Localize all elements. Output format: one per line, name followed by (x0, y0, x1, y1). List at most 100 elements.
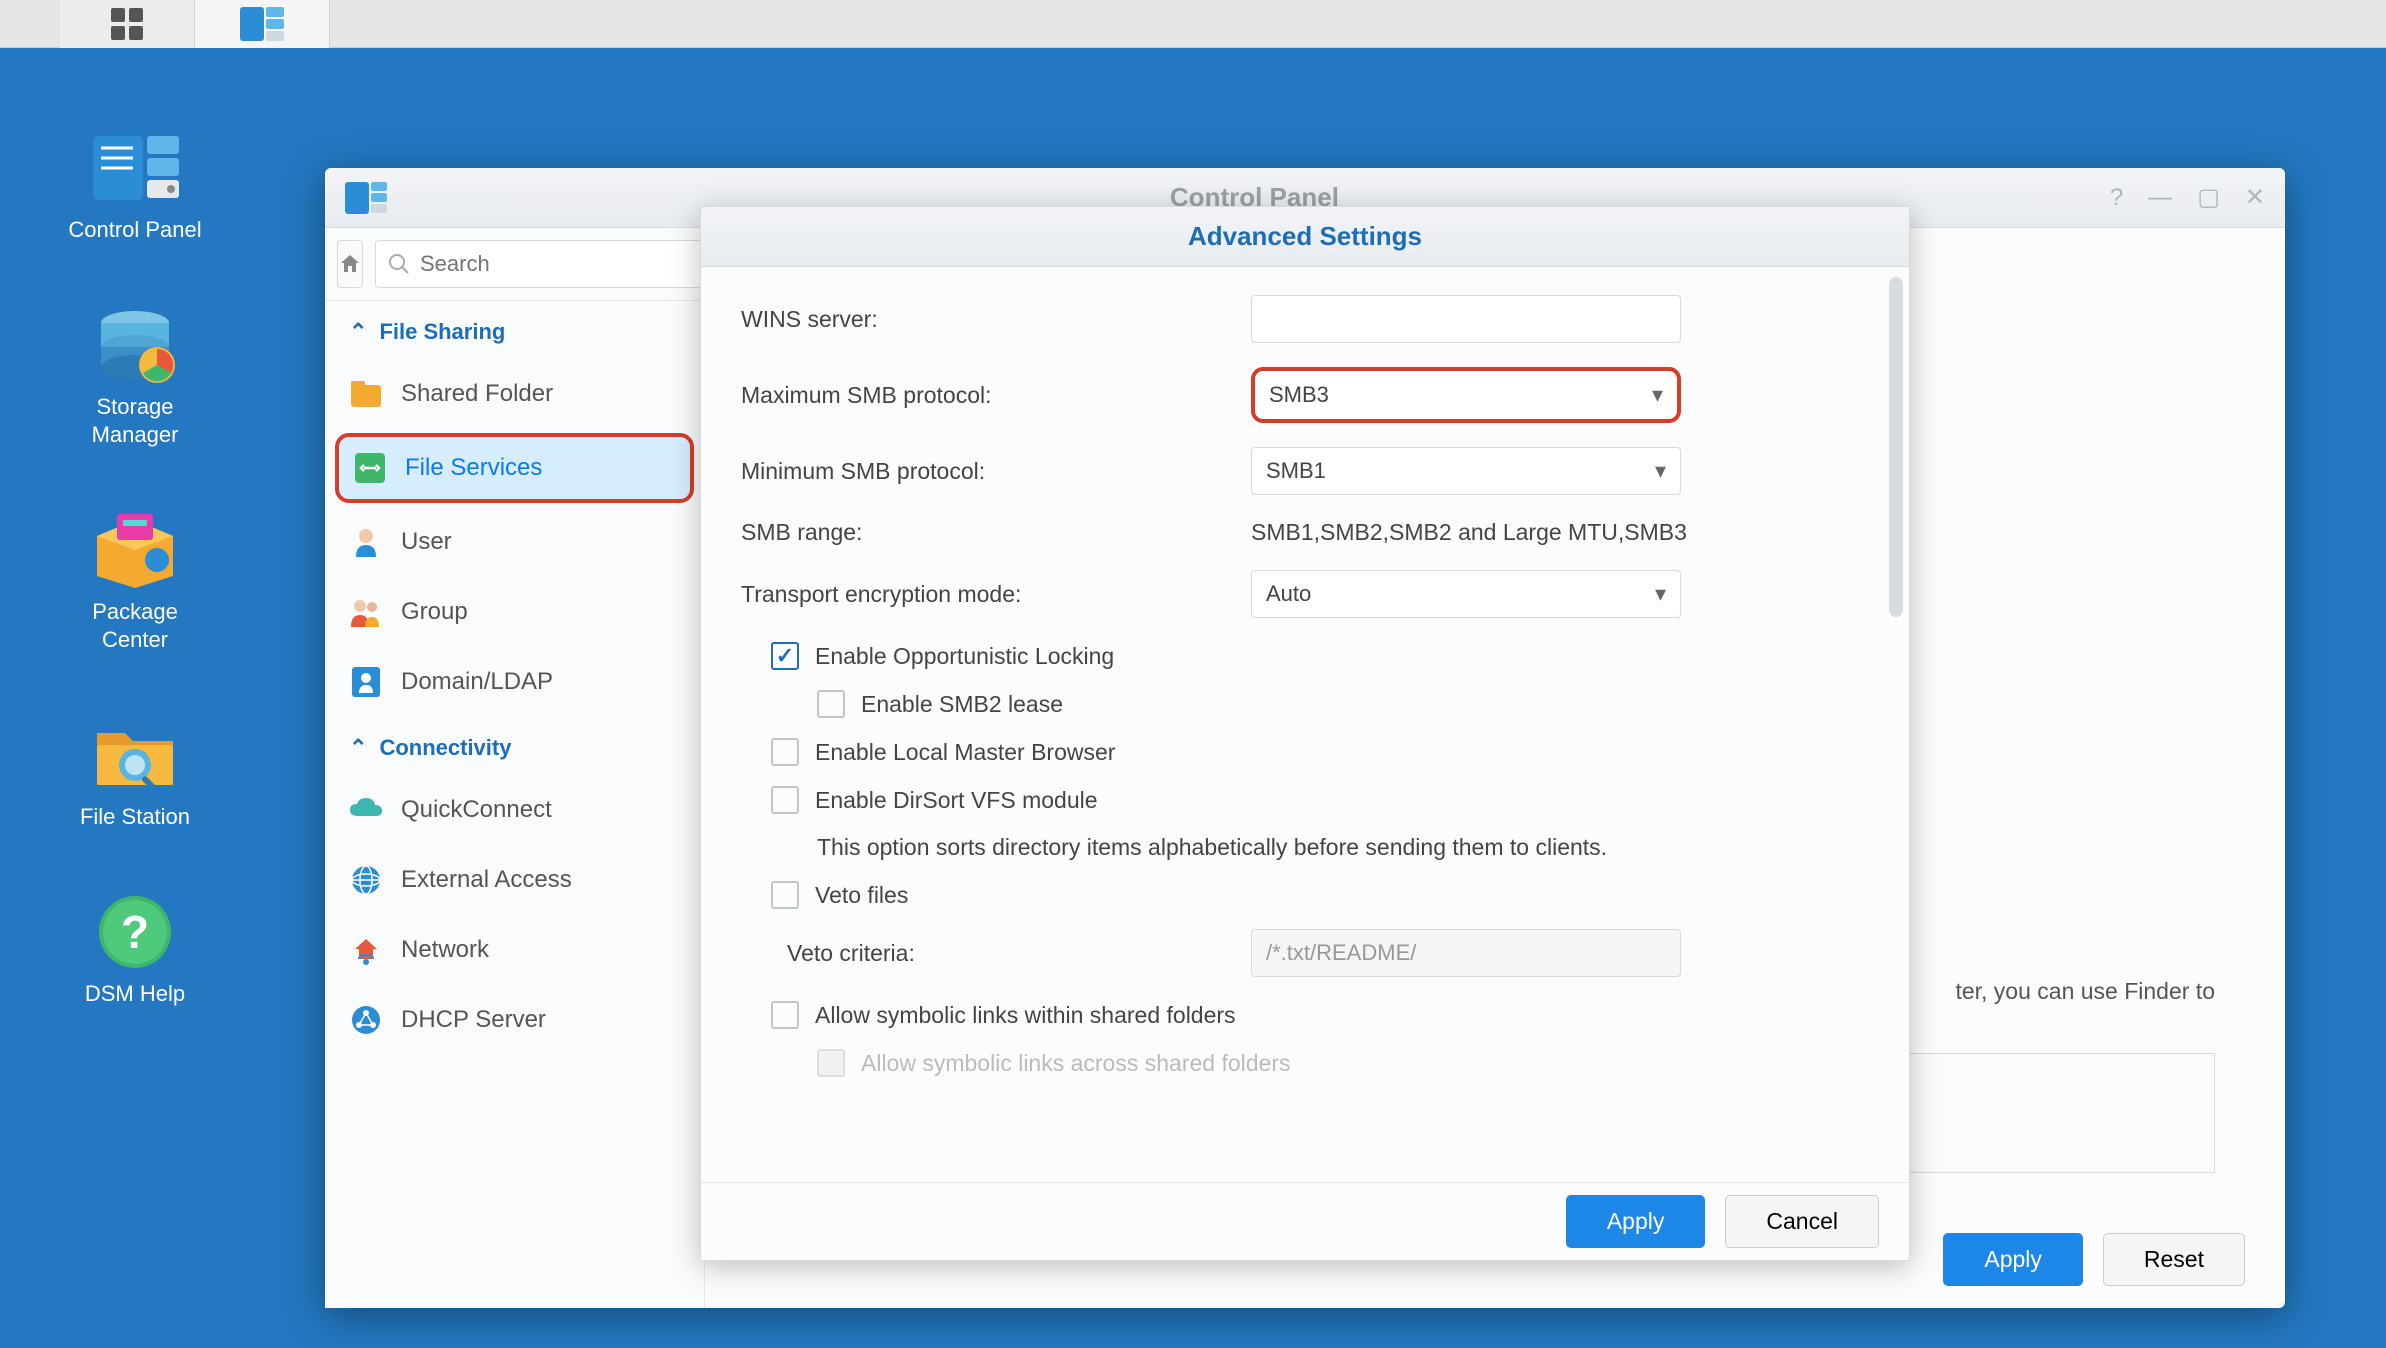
select-value: Auto (1266, 581, 1311, 607)
sidebar-item-network[interactable]: Network (325, 915, 704, 985)
control-panel-small-icon (240, 7, 284, 41)
main-reset-button[interactable]: Reset (2103, 1233, 2245, 1286)
storage-manager-icon (87, 305, 183, 385)
sidebar-item-label: File Services (405, 454, 542, 482)
veto-criteria-input: /*.txt/README/ (1251, 929, 1681, 977)
checkbox-smb2-lease[interactable] (817, 690, 845, 718)
desktop-icon-file-station[interactable]: File Station (80, 715, 190, 832)
chevron-up-icon: ⌃ (349, 319, 367, 345)
sidebar-item-group[interactable]: Group (325, 577, 704, 647)
max-smb-label: Maximum SMB protocol: (741, 382, 1251, 409)
checkbox-label: Veto files (815, 882, 908, 909)
checkbox-label: Enable DirSort VFS module (815, 787, 1098, 814)
desktop-icon-storage-manager[interactable]: Storage Manager (60, 305, 210, 450)
checkbox-dirsort-vfs[interactable] (771, 786, 799, 814)
desktop-icon-dsm-help[interactable]: ? DSM Help (85, 892, 185, 1009)
modal-body: WINS server: Maximum SMB protocol: SMB3 … (701, 267, 1909, 1182)
sidebar-item-label: Network (401, 936, 489, 964)
desktop-icon-label: Package Center (60, 598, 210, 655)
maximize-icon[interactable]: ▢ (2197, 186, 2220, 210)
desktop-icon-label: Storage Manager (60, 393, 210, 450)
smb-range-label: SMB range: (741, 519, 1251, 546)
min-smb-select[interactable]: SMB1 ▾ (1251, 447, 1681, 495)
sidebar-item-quickconnect[interactable]: QuickConnect (325, 775, 704, 845)
checkbox-veto-files[interactable] (771, 881, 799, 909)
home-button[interactable] (337, 240, 363, 288)
desktop-icon-control-panel[interactable]: Control Panel (68, 128, 201, 245)
search-input[interactable] (420, 251, 705, 277)
shared-folder-icon (349, 377, 383, 411)
checkbox-label: Allow symbolic links across shared folde… (861, 1050, 1291, 1077)
veto-criteria-label: Veto criteria: (787, 940, 1251, 967)
sidebar-item-domain-ldap[interactable]: Domain/LDAP (325, 647, 704, 717)
checkbox-symlinks-across (817, 1049, 845, 1077)
sidebar-item-label: Domain/LDAP (401, 668, 553, 696)
checkbox-local-master-browser[interactable] (771, 738, 799, 766)
taskbar (0, 0, 2386, 48)
smb-range-value: SMB1,SMB2,SMB2 and Large MTU,SMB3 (1251, 519, 1687, 546)
chevron-down-icon: ▾ (1655, 458, 1666, 484)
chevron-up-icon: ⌃ (349, 735, 367, 761)
checkbox-label: Enable SMB2 lease (861, 691, 1063, 718)
control-panel-icon (87, 128, 183, 208)
checkbox-label: Allow symbolic links within shared folde… (815, 1002, 1236, 1029)
search-box[interactable] (375, 240, 705, 288)
group-icon (349, 595, 383, 629)
desktop-icon-label: Control Panel (68, 216, 201, 245)
taskbar-apps-button[interactable] (60, 0, 195, 48)
network-icon (349, 933, 383, 967)
scrollbar-thumb[interactable] (1889, 277, 1903, 617)
desktop-icon-package-center[interactable]: Package Center (60, 510, 210, 655)
select-value: SMB1 (1266, 458, 1326, 484)
checkbox-label: Enable Local Master Browser (815, 739, 1115, 766)
taskbar-control-panel-button[interactable] (195, 0, 330, 48)
svg-text:?: ? (121, 906, 149, 958)
main-apply-button[interactable]: Apply (1943, 1233, 2083, 1286)
close-icon[interactable]: ✕ (2245, 186, 2265, 210)
sidebar-section-file-sharing[interactable]: ⌃ File Sharing (325, 301, 704, 359)
home-icon (338, 252, 362, 276)
dsm-help-icon: ? (95, 892, 175, 972)
sidebar-item-label: Group (401, 598, 468, 626)
desktop: Control Panel Storage Manager Package Ce… (0, 48, 2386, 1348)
wins-server-input[interactable] (1251, 295, 1681, 343)
sidebar-item-shared-folder[interactable]: Shared Folder (325, 359, 704, 429)
sidebar-section-connectivity[interactable]: ⌃ Connectivity (325, 717, 704, 775)
sidebar: ⌃ File Sharing Shared Folder File Servic… (325, 228, 705, 1308)
domain-ldap-icon (349, 665, 383, 699)
transport-label: Transport encryption mode: (741, 581, 1251, 608)
external-access-icon (349, 863, 383, 897)
sidebar-item-label: User (401, 528, 452, 556)
modal-title: Advanced Settings (701, 207, 1909, 267)
transport-select[interactable]: Auto ▾ (1251, 570, 1681, 618)
advanced-settings-modal: Advanced Settings WINS server: Maximum S… (700, 206, 1910, 1261)
checkbox-label: Enable Opportunistic Locking (815, 643, 1114, 670)
desktop-icon-label: DSM Help (85, 980, 185, 1009)
dhcp-server-icon (349, 1003, 383, 1037)
checkbox-opportunistic-locking[interactable] (771, 642, 799, 670)
sidebar-item-dhcp-server[interactable]: DHCP Server (325, 985, 704, 1055)
window-app-icon (345, 180, 389, 216)
sidebar-item-label: External Access (401, 866, 572, 894)
max-smb-select[interactable]: SMB3 ▾ (1251, 367, 1681, 423)
sidebar-item-file-services[interactable]: File Services (335, 433, 694, 503)
modal-apply-button[interactable]: Apply (1566, 1195, 1706, 1248)
min-smb-label: Minimum SMB protocol: (741, 458, 1251, 485)
file-station-icon (87, 715, 183, 795)
modal-cancel-button[interactable]: Cancel (1725, 1195, 1879, 1248)
minimize-icon[interactable]: — (2148, 186, 2172, 210)
sidebar-item-label: Shared Folder (401, 380, 553, 408)
sidebar-item-label: DHCP Server (401, 1006, 546, 1034)
checkbox-symlinks-within[interactable] (771, 1001, 799, 1029)
help-icon[interactable]: ? (2110, 186, 2123, 210)
apps-grid-icon (111, 8, 143, 40)
desktop-icons: Control Panel Storage Manager Package Ce… (60, 128, 210, 1008)
chevron-down-icon: ▾ (1652, 382, 1663, 408)
file-services-icon (353, 451, 387, 485)
sidebar-item-user[interactable]: User (325, 507, 704, 577)
search-icon (388, 253, 410, 275)
desktop-icon-label: File Station (80, 803, 190, 832)
select-value: SMB3 (1269, 382, 1329, 408)
chevron-down-icon: ▾ (1655, 581, 1666, 607)
sidebar-item-external-access[interactable]: External Access (325, 845, 704, 915)
